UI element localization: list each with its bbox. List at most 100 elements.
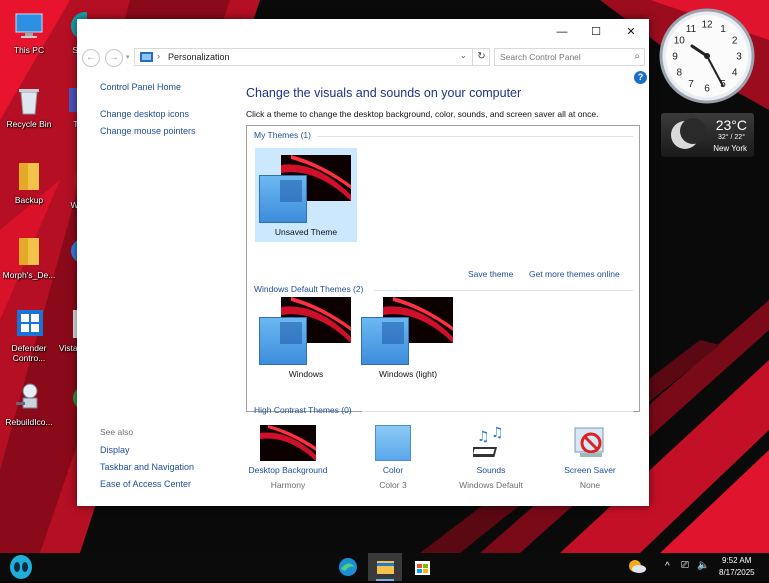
clock-numeral: 12 [701, 20, 713, 31]
clock-numeral: 9 [672, 52, 678, 63]
clock-numeral: 4 [732, 68, 738, 79]
taskbar-edge[interactable] [333, 553, 363, 581]
clock-numeral: 8 [677, 68, 683, 79]
taskbar-store[interactable] [407, 553, 437, 581]
see-also-taskbar-navigation[interactable]: Taskbar and Navigation [100, 462, 194, 472]
theme-unsaved[interactable]: Unsaved Theme [255, 148, 357, 242]
taskbar-file-explorer[interactable] [368, 553, 402, 581]
folder-icon [13, 160, 45, 192]
clock-time[interactable]: 9:52 AM [722, 556, 751, 565]
chevron-up-icon[interactable]: ^ [665, 561, 670, 572]
page-title: Change the visuals and sounds on your co… [246, 86, 522, 100]
recycle-bin-icon [13, 84, 45, 116]
desktop-background-item[interactable]: Desktop Background Harmony [240, 425, 336, 490]
folder-icon [377, 561, 394, 574]
color-preview [361, 317, 409, 365]
color-value: Color 3 [379, 480, 407, 490]
group-high-contrast[interactable]: High Contrast Themes (0) [254, 405, 352, 415]
theme-list[interactable]: My Themes (1) Unsaved Theme Save theme G… [246, 125, 640, 415]
address-bar[interactable]: › Personalization ⌄ [134, 48, 490, 66]
page-subtitle: Click a theme to change the desktop back… [246, 109, 599, 119]
screen-saver-item[interactable]: Screen Saver None [542, 425, 638, 490]
search-icon[interactable]: ⌕ [634, 51, 640, 62]
minimize-button[interactable]: — [545, 19, 579, 45]
theme-thumbnail [256, 293, 356, 365]
desktop-background-icon [260, 425, 316, 461]
control-panel-icon [140, 52, 153, 62]
back-button[interactable]: ← [82, 49, 100, 67]
see-also-display[interactable]: Display [100, 445, 130, 455]
address-dropdown-icon[interactable]: ⌄ [460, 51, 467, 60]
clock-numeral: 3 [736, 52, 742, 63]
recent-dropdown-icon[interactable]: ▾ [126, 53, 130, 61]
sounds-value: Windows Default [459, 480, 523, 490]
clock-gadget[interactable]: 121234567891011 [659, 8, 755, 104]
screen-saver-icon [572, 425, 608, 461]
breadcrumb-separator-icon: › [157, 51, 160, 61]
sounds-item[interactable]: ♫ ♫ Sounds Windows Default [443, 425, 539, 490]
start-button[interactable] [6, 553, 36, 581]
desktop-background-label[interactable]: Desktop Background [240, 465, 336, 475]
sounds-label[interactable]: Sounds [443, 465, 539, 475]
forward-button[interactable]: → [105, 49, 123, 67]
color-preview [259, 317, 307, 365]
color-item[interactable]: Color Color 3 [345, 425, 441, 490]
folder-icon [13, 235, 45, 267]
color-icon [375, 425, 411, 461]
desktop-background-value: Harmony [270, 480, 306, 490]
clock-numeral: 2 [732, 36, 738, 47]
taskbar: ^ ⎚ 🔈 9:52 AM 8/17/2025 [0, 553, 769, 581]
volume-icon[interactable]: 🔈 [697, 560, 709, 571]
maximize-button[interactable]: ☐ [579, 19, 613, 45]
weather-range: 32° / 22° [717, 134, 745, 141]
group-my-themes[interactable]: My Themes (1) [254, 130, 311, 140]
title-bar[interactable]: — ☐ ✕ [77, 19, 649, 45]
get-more-themes-link[interactable]: Get more themes online [529, 269, 620, 279]
store-icon [415, 561, 430, 575]
sidebar-change-mouse-pointers[interactable]: Change mouse pointers [100, 126, 196, 136]
address-row: ← → ▾ › Personalization ⌄ ↻ Search Contr… [77, 47, 649, 69]
see-also-label: See also [100, 427, 134, 437]
moon-icon [671, 118, 705, 149]
theme-thumbnail [256, 151, 356, 223]
search-placeholder: Search Control Panel [500, 52, 581, 62]
clock-numeral: 11 [686, 24, 697, 35]
screen-saver-label[interactable]: Screen Saver [542, 465, 638, 475]
clock-date[interactable]: 8/17/2025 [719, 568, 755, 577]
sidebar-control-panel-home[interactable]: Control Panel Home [100, 82, 181, 92]
edge-icon [339, 558, 357, 576]
see-also-ease-of-access[interactable]: Ease of Access Center [100, 479, 191, 489]
theme-windows-light[interactable]: Windows (light) [357, 290, 459, 384]
color-label[interactable]: Color [345, 465, 441, 475]
weather-tray[interactable] [626, 553, 648, 581]
clock-numeral: 6 [704, 84, 710, 95]
sounds-icon: ♫ ♫ [470, 425, 509, 461]
breadcrumb-personalization[interactable]: Personalization [168, 52, 230, 62]
arrow-left-icon: ← [86, 52, 96, 63]
svg-text:♫: ♫ [491, 425, 504, 441]
weather-gadget[interactable]: 23°C 32° / 22° New York [661, 113, 754, 157]
clock-numeral: 1 [720, 24, 726, 35]
group-divider [362, 411, 633, 412]
theme-windows[interactable]: Windows [255, 290, 357, 384]
network-icon[interactable]: ⎚ [681, 560, 689, 571]
sidebar-change-desktop-icons[interactable]: Change desktop icons [100, 109, 189, 119]
screen-saver-value: None [579, 480, 601, 490]
theme-name: Unsaved Theme [274, 227, 338, 237]
theme-name: Windows [288, 369, 324, 379]
group-divider [317, 136, 633, 137]
alien-start-icon [10, 555, 32, 579]
robot-icon [13, 382, 45, 414]
close-button[interactable]: ✕ [614, 19, 648, 45]
search-input[interactable]: Search Control Panel ⌕ [494, 48, 645, 66]
clock-numeral: 10 [674, 36, 686, 47]
computer-icon [13, 10, 45, 42]
arrow-right-icon: → [109, 52, 119, 63]
theme-name: Windows (light) [378, 369, 438, 379]
refresh-button[interactable]: ↻ [472, 48, 490, 66]
refresh-icon: ↻ [477, 51, 486, 62]
weather-city: New York [713, 144, 747, 153]
help-button[interactable]: ? [634, 71, 647, 84]
save-theme-link[interactable]: Save theme [468, 269, 513, 279]
weather-cloud-icon [629, 560, 646, 573]
